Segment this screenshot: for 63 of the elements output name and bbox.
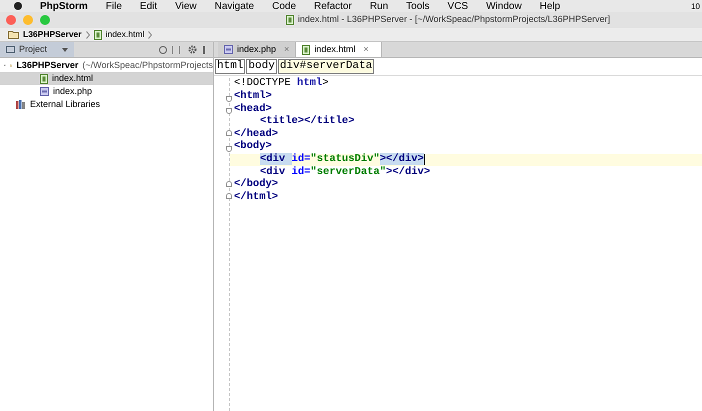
view-selector[interactable]: Project bbox=[0, 42, 74, 57]
menu-item[interactable]: Help bbox=[540, 0, 560, 12]
menu-item[interactable]: File bbox=[106, 0, 122, 12]
code-line: <div id="serverData"></div> bbox=[259, 164, 430, 178]
tree-label: index.php bbox=[53, 84, 92, 98]
menu-item[interactable]: PhpStorm bbox=[40, 0, 88, 12]
menu-item[interactable]: View bbox=[175, 0, 197, 12]
tree-path: (~/WorkSpeac/PhpstormProjects bbox=[82, 58, 213, 72]
menu-item[interactable]: Code bbox=[272, 0, 296, 12]
chevron-icon bbox=[86, 30, 90, 38]
fold-icon[interactable] bbox=[226, 96, 232, 102]
breadcrumb-item[interactable]: L36PHPServer bbox=[23, 28, 82, 41]
chevron-icon bbox=[148, 30, 152, 38]
editor-tab[interactable]: index.html × bbox=[296, 42, 382, 57]
tree-label: index.html bbox=[52, 72, 94, 85]
code-line: <!DOCTYPE html> bbox=[233, 76, 329, 90]
fold-icon[interactable] bbox=[226, 146, 232, 152]
settings-icon[interactable] bbox=[188, 45, 197, 54]
code-line: </html> bbox=[233, 190, 278, 205]
fold-icon[interactable] bbox=[226, 193, 232, 200]
menu-item[interactable]: Window bbox=[486, 0, 522, 12]
tag-breadcrumb[interactable]: html bbox=[215, 59, 246, 74]
menu-item[interactable]: Run bbox=[370, 0, 388, 12]
file-icon bbox=[224, 45, 233, 54]
fold-icon[interactable] bbox=[226, 130, 232, 136]
window-title: index.html - L36PHPServer - [~/WorkSpeac/PhpstormProjects/L36PHPServer] bbox=[298, 13, 610, 26]
fold-icon[interactable] bbox=[226, 108, 232, 114]
tree-item[interactable]: External Libraries bbox=[0, 98, 213, 111]
editor-tab[interactable]: index.php × bbox=[218, 42, 296, 57]
code-line: </head> bbox=[233, 126, 278, 140]
code-line: <body> bbox=[233, 139, 272, 153]
tree-item[interactable]: L36PHPServer (~/WorkSpeac/PhpstormProjects bbox=[0, 59, 213, 72]
file-icon bbox=[94, 30, 102, 40]
text-cursor bbox=[424, 154, 425, 166]
code-line: </body> bbox=[233, 177, 278, 191]
close-icon[interactable]: × bbox=[363, 42, 369, 56]
tree-label: L36PHPServer bbox=[16, 58, 78, 72]
code-line: <html> bbox=[233, 89, 272, 103]
apple-icon[interactable] bbox=[14, 2, 22, 10]
fold-icon[interactable] bbox=[226, 180, 232, 187]
collapse-icon[interactable] bbox=[172, 46, 180, 54]
menu-item[interactable]: Tools bbox=[406, 0, 430, 12]
close-button[interactable] bbox=[6, 15, 16, 25]
status-text: 10 bbox=[691, 0, 701, 12]
menu-item[interactable]: VCS bbox=[448, 0, 468, 12]
target-icon[interactable] bbox=[159, 46, 167, 54]
file-icon bbox=[286, 15, 294, 25]
tag-breadcrumb[interactable]: body bbox=[246, 59, 277, 74]
zoom-button[interactable] bbox=[40, 15, 50, 25]
file-icon bbox=[302, 44, 310, 54]
code-line: <head> bbox=[233, 102, 272, 115]
tag-breadcrumb[interactable]: div#serverData bbox=[278, 59, 374, 74]
tree-item[interactable]: index.php bbox=[0, 85, 213, 98]
dropdown-caret-icon bbox=[62, 48, 68, 52]
tree-item[interactable]: index.html bbox=[0, 72, 213, 85]
menu-item[interactable]: Refactor bbox=[314, 0, 352, 12]
menu-item[interactable]: Navigate bbox=[214, 0, 254, 12]
books-icon bbox=[16, 100, 26, 109]
breadcrumb-item[interactable]: index.html bbox=[106, 28, 144, 41]
tree-label: External Libraries bbox=[30, 98, 100, 111]
code-line: <title></title> bbox=[259, 114, 355, 128]
panel-icon bbox=[6, 46, 15, 53]
menu-item[interactable]: Edit bbox=[140, 0, 158, 12]
